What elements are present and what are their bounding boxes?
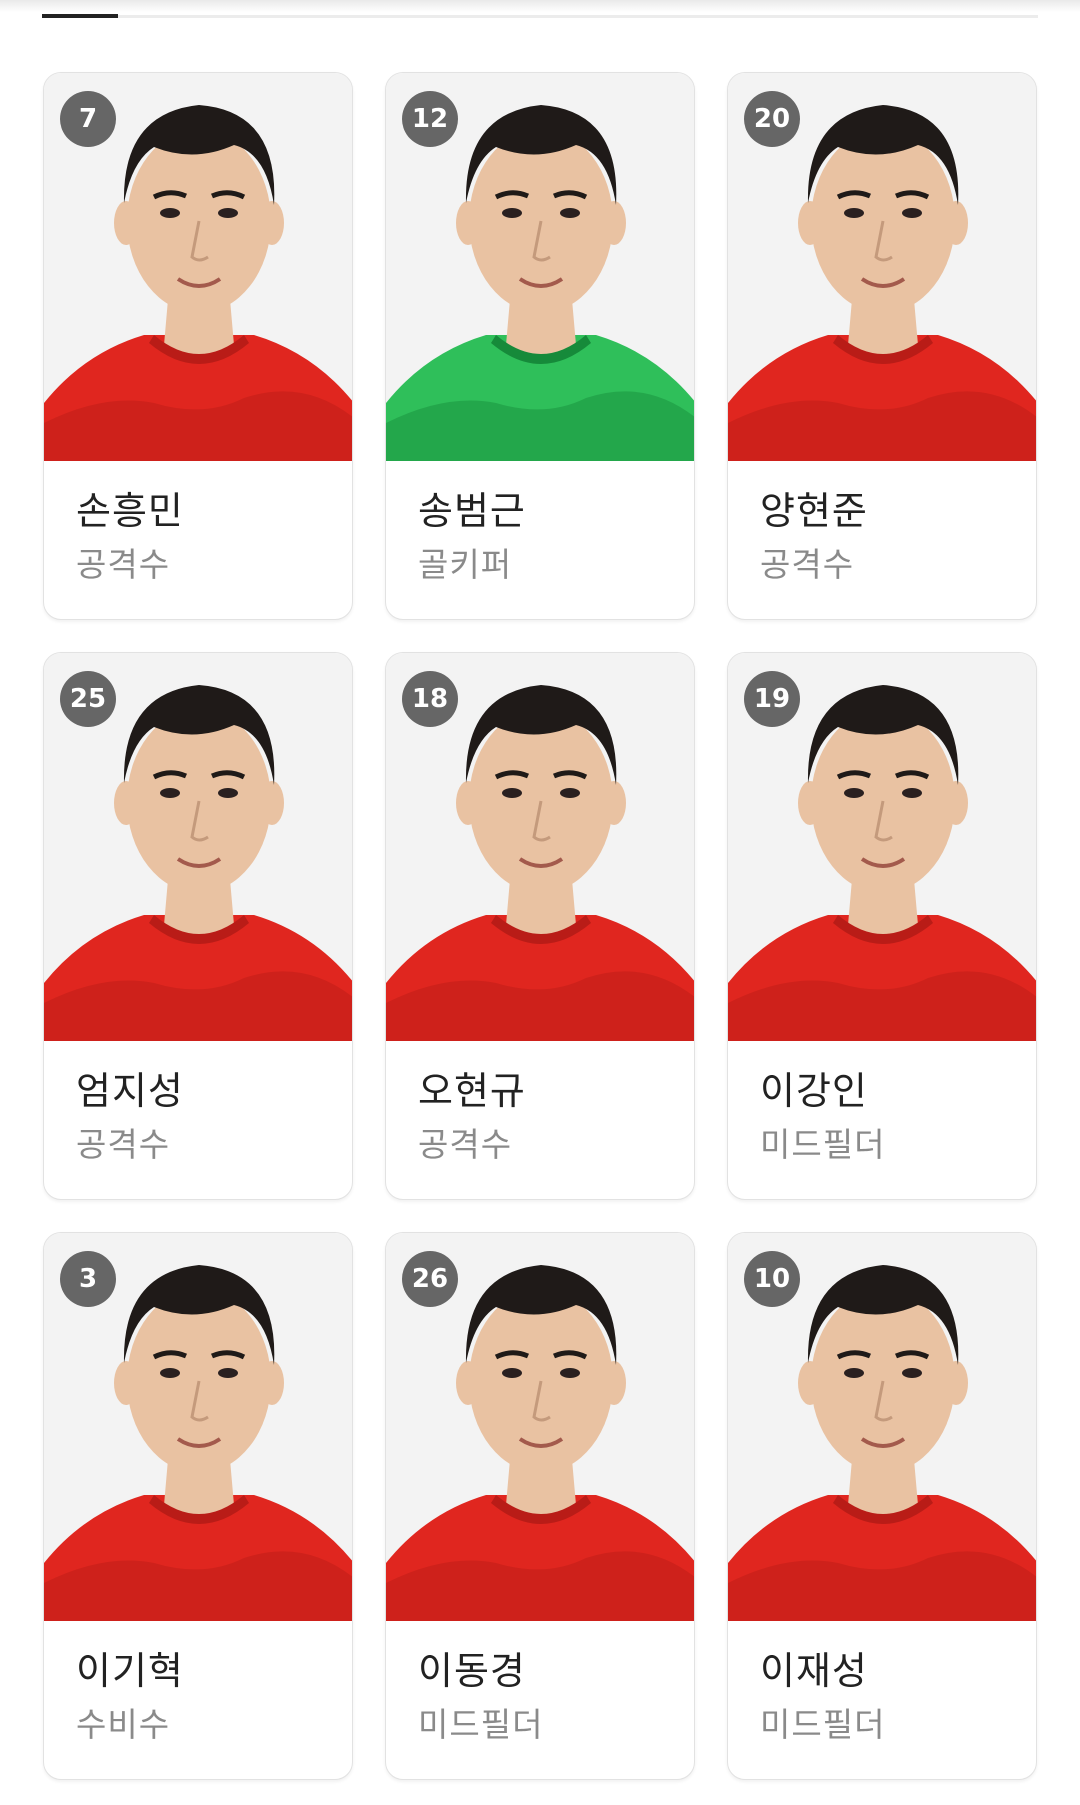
jersey-number-badge: 26	[402, 1251, 458, 1307]
eye-left	[844, 208, 864, 218]
player-position: 미드필더	[760, 1125, 886, 1164]
player-position: 미드필더	[760, 1705, 886, 1744]
eye-right	[902, 208, 922, 218]
eye-right	[560, 208, 580, 218]
jersey-number-badge: 25	[60, 671, 116, 727]
player-card[interactable]: 12 송범근 골키퍼	[385, 72, 695, 620]
player-name: 이강인	[760, 1069, 868, 1113]
eye-right	[902, 788, 922, 798]
player-photo: 18	[386, 653, 694, 1041]
player-name: 오현규	[418, 1069, 526, 1113]
eye-right	[902, 1368, 922, 1378]
jersey-number-badge: 12	[402, 91, 458, 147]
eye-right	[218, 1368, 238, 1378]
player-name: 이재성	[760, 1649, 868, 1693]
player-position: 공격수	[76, 545, 171, 584]
player-name: 송범근	[418, 489, 526, 533]
player-roster-page: 7 손흥민 공격수 12 송범근 골키퍼 20 양현준 공격수 25 엄지성 공…	[0, 0, 1080, 1805]
jersey-number-badge: 3	[60, 1251, 116, 1307]
tab-bar-underline	[42, 14, 1038, 18]
eye-left	[160, 1368, 180, 1378]
player-card[interactable]: 20 양현준 공격수	[727, 72, 1037, 620]
player-position: 골키퍼	[418, 545, 513, 584]
eye-left	[502, 1368, 522, 1378]
player-photo: 12	[386, 73, 694, 461]
player-name: 엄지성	[76, 1069, 184, 1113]
jersey-number-badge: 20	[744, 91, 800, 147]
player-card[interactable]: 19 이강인 미드필더	[727, 652, 1037, 1200]
player-photo: 20	[728, 73, 1036, 461]
player-photo: 19	[728, 653, 1036, 1041]
player-photo: 3	[44, 1233, 352, 1621]
player-name: 이동경	[418, 1649, 526, 1693]
jersey-number-badge: 7	[60, 91, 116, 147]
player-name: 이기혁	[76, 1649, 184, 1693]
player-name: 손흥민	[76, 489, 184, 533]
player-grid: 7 손흥민 공격수 12 송범근 골키퍼 20 양현준 공격수 25 엄지성 공…	[43, 72, 1037, 1780]
player-card[interactable]: 18 오현규 공격수	[385, 652, 695, 1200]
eye-left	[502, 788, 522, 798]
player-card[interactable]: 25 엄지성 공격수	[43, 652, 353, 1200]
player-position: 공격수	[76, 1125, 171, 1164]
eye-right	[560, 1368, 580, 1378]
eye-right	[218, 208, 238, 218]
active-tab-indicator[interactable]	[42, 14, 118, 18]
player-name: 양현준	[760, 489, 868, 533]
player-photo: 25	[44, 653, 352, 1041]
eye-left	[160, 208, 180, 218]
eye-left	[502, 208, 522, 218]
jersey-number-badge: 18	[402, 671, 458, 727]
player-position: 공격수	[760, 545, 855, 584]
eye-right	[218, 788, 238, 798]
player-card[interactable]: 3 이기혁 수비수	[43, 1232, 353, 1780]
player-card[interactable]: 10 이재성 미드필더	[727, 1232, 1037, 1780]
eye-left	[844, 1368, 864, 1378]
jersey-number-badge: 10	[744, 1251, 800, 1307]
eye-left	[160, 788, 180, 798]
player-photo: 10	[728, 1233, 1036, 1621]
player-photo: 7	[44, 73, 352, 461]
player-card[interactable]: 7 손흥민 공격수	[43, 72, 353, 620]
player-position: 미드필더	[418, 1705, 544, 1744]
player-card[interactable]: 26 이동경 미드필더	[385, 1232, 695, 1780]
jersey-number-badge: 19	[744, 671, 800, 727]
top-shadow	[0, 0, 1080, 12]
player-photo: 26	[386, 1233, 694, 1621]
player-position: 공격수	[418, 1125, 513, 1164]
eye-right	[560, 788, 580, 798]
eye-left	[844, 788, 864, 798]
player-position: 수비수	[76, 1705, 171, 1744]
